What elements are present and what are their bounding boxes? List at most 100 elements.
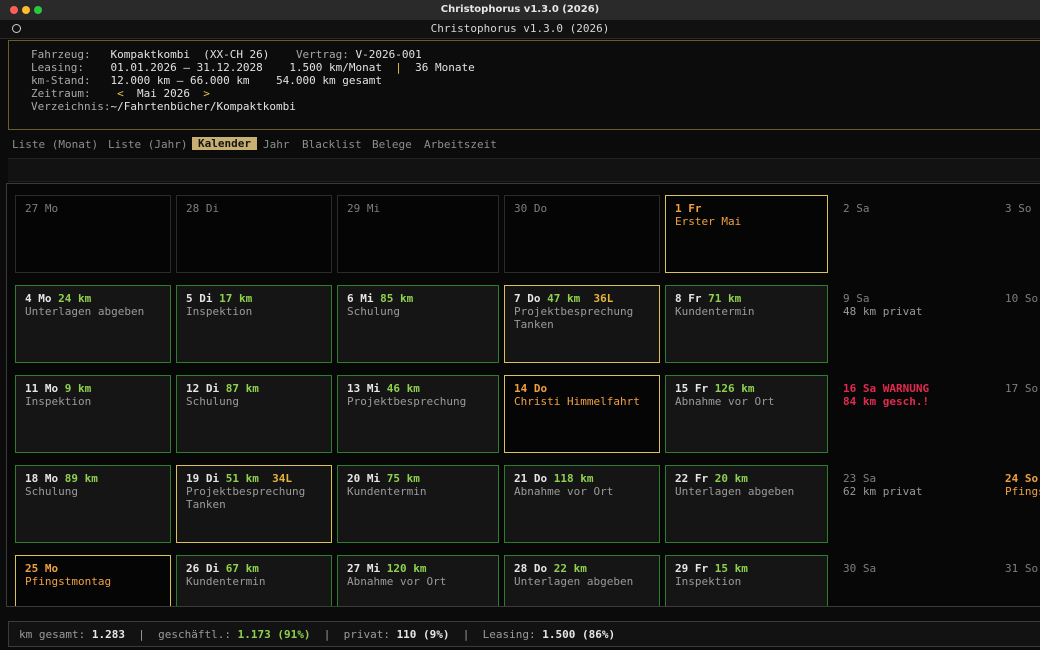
day-label: 16 Sa WARNUNG <box>843 382 930 395</box>
fahrzeug-value: Kompaktkombi (XX-CH 26) <box>110 48 270 61</box>
day-note: Christi Himmelfahrt <box>514 395 640 408</box>
verzeichnis-label: Verzeichnis: <box>31 100 111 113</box>
day-label: 14 Do <box>514 382 548 395</box>
calendar-day-cell[interactable]: 21 Do 118 km Abnahme vor Ort <box>504 465 660 543</box>
calendar-day-cell[interactable]: 6 Mi 85 km Schulung <box>337 285 499 363</box>
summary-text: km gesamt: 1.283 | geschäftl.: 1.173 (91… <box>19 628 615 641</box>
day-header: 21 Do 118 km <box>514 472 659 485</box>
day-header: 5 Di 17 km <box>186 292 331 305</box>
day-note: Projektbesprechung <box>514 305 634 318</box>
day-header: 27 Mo <box>25 202 170 215</box>
calendar-day-cell[interactable]: 20 Mi 75 km Kundentermin <box>337 465 499 543</box>
calendar-day-cell[interactable]: 1 Fr Erster Mai <box>665 195 828 273</box>
calendar-day-cell[interactable]: 4 Mo 24 km Unterlagen abgeben <box>15 285 171 363</box>
calendar-day-cell[interactable]: 24 SoPfingstsonntag <box>995 465 1040 543</box>
prev-month-button[interactable]: < <box>117 87 124 100</box>
calendar-day-cell[interactable]: 27 Mo <box>15 195 171 273</box>
day-header: 20 Mi 75 km <box>347 472 498 485</box>
day-header: 4 Mo 24 km <box>25 292 170 305</box>
calendar-day-cell[interactable]: 16 Sa WARNUNG 84 km gesch.! <box>833 375 989 453</box>
calendar-day-cell[interactable]: 29 Fr 15 km Inspektion <box>665 555 828 606</box>
calendar-day-cell[interactable]: 30 Sa <box>833 555 989 606</box>
calendar-day-cell[interactable]: 2 Sa <box>833 195 989 273</box>
calendar-day-cell[interactable]: 8 Fr 71 km Kundentermin <box>665 285 828 363</box>
calendar-day-cell[interactable]: 17 So <box>995 375 1040 453</box>
day-note: Abnahme vor Ort <box>347 575 447 588</box>
calendar-day-cell[interactable]: 5 Di 17 km Inspektion <box>176 285 332 363</box>
km-value: 46 km <box>386 382 420 395</box>
day-header: 14 Do <box>514 382 659 395</box>
calendar-day-cell[interactable]: 15 Fr 126 km Abnahme vor Ort <box>665 375 828 453</box>
day-label: 27 Mi <box>347 562 381 575</box>
footer-sep-1: | <box>138 628 145 641</box>
day-note: Abnahme vor Ort <box>514 485 614 498</box>
calendar-day-cell[interactable]: 11 Mo 9 km Inspektion <box>15 375 171 453</box>
next-month-button[interactable]: > <box>203 87 210 100</box>
calendar-day-cell[interactable]: 18 Mo 89 km Schulung <box>15 465 171 543</box>
calendar-day-cell[interactable]: 30 Do <box>504 195 660 273</box>
calendar-grid: 27 Mo 28 Di 29 Mi 30 Do 1 Fr Erster Mai 2 Sa 3 … <box>6 183 1040 607</box>
km-value: 51 km <box>225 472 259 485</box>
day-label: 20 Mi <box>347 472 381 485</box>
tab-jahr[interactable]: Jahr <box>263 138 290 151</box>
day-header: 24 So <box>1005 472 1040 485</box>
calendar-day-cell[interactable]: 29 Mi <box>337 195 499 273</box>
summary-footer: km gesamt: 1.283 | geschäftl.: 1.173 (91… <box>8 621 1040 647</box>
footer-sep-2: | <box>323 628 331 641</box>
tab-belege[interactable]: Belege <box>372 138 412 151</box>
day-note: Erster Mai <box>675 215 742 228</box>
day-note: Projektbesprechung <box>186 485 306 498</box>
day-label: 29 Fr <box>675 562 709 575</box>
km-value: 118 km <box>553 472 594 485</box>
day-label: 6 Mi <box>347 292 374 305</box>
kmstand-range: 12.000 km — 66.000 km <box>110 74 250 87</box>
calendar-day-cell[interactable]: 19 Di 51 km 34L Projektbesprechung Tanken <box>176 465 332 543</box>
calendar-day-cell[interactable]: 9 Sa 48 km privat <box>833 285 989 363</box>
day-label: 1 Fr <box>675 202 702 215</box>
calendar-day-cell[interactable]: 28 Di <box>176 195 332 273</box>
tab-kalender[interactable]: Kalender <box>192 137 257 150</box>
calendar-day-cell[interactable]: 12 Di 87 km Schulung <box>176 375 332 453</box>
km-value: 22 km <box>553 562 587 575</box>
calendar-day-cell[interactable]: 23 Sa 62 km privat <box>833 465 989 543</box>
tab-arbeitszeit[interactable]: Arbeitszeit <box>424 138 497 151</box>
privat-label: privat: <box>343 628 390 641</box>
tab-liste-jahr[interactable]: Liste (Jahr) <box>108 138 187 151</box>
km-value: 47 km <box>547 292 581 305</box>
calendar-day-cell[interactable]: 14 Do Christi Himmelfahrt <box>504 375 660 453</box>
day-label: 19 Di <box>186 472 220 485</box>
day-label: 4 Mo <box>25 292 52 305</box>
calendar-day-cell[interactable]: 13 Mi 46 km Projektbesprechung <box>337 375 499 453</box>
geschaeftl-label: geschäftl.: <box>158 628 231 641</box>
day-label: 23 Sa <box>843 472 877 485</box>
calendar-day-cell[interactable]: 25 Mo Pfingstmontag <box>15 555 171 606</box>
day-header: 25 Mo <box>25 562 170 575</box>
calendar-day-cell[interactable]: 26 Di 67 km Kundentermin <box>176 555 332 606</box>
calendar-day-cell[interactable]: 22 Fr 20 km Unterlagen abgeben <box>665 465 828 543</box>
vertrag-label: Vertrag: <box>295 48 349 61</box>
leasing-separator: | <box>395 61 402 74</box>
km-value: 17 km <box>219 292 253 305</box>
day-note: 48 km privat <box>843 305 923 318</box>
day-label: 13 Mi <box>347 382 381 395</box>
tab-blacklist[interactable]: Blacklist <box>302 138 362 151</box>
calendar-day-cell[interactable]: 7 Do 47 km 36L Projektbesprechung Tanken <box>504 285 660 363</box>
calendar-day-cell[interactable]: 10 So <box>995 285 1040 363</box>
km-gesamt-label: km gesamt: <box>19 628 86 641</box>
day-note: Inspektion <box>186 305 253 318</box>
day-note: Pfingstsonntag <box>1005 485 1040 498</box>
calendar-day-cell[interactable]: 31 So <box>995 555 1040 606</box>
day-note: 62 km privat <box>843 485 923 498</box>
day-header: 2 Sa <box>843 202 988 215</box>
day-header: 19 Di 51 km 34L <box>186 472 331 485</box>
calendar-day-cell[interactable]: 3 So <box>995 195 1040 273</box>
calendar-day-cell[interactable]: 27 Mi 120 km Abnahme vor Ort <box>337 555 499 606</box>
tab-liste-monat[interactable]: Liste (Monat) <box>12 138 98 151</box>
day-header: 8 Fr 71 km <box>675 292 827 305</box>
calendar-day-cell[interactable]: 28 Do 22 km Unterlagen abgeben <box>504 555 660 606</box>
leasing-summary-value: 1.500 (86%) <box>542 628 616 641</box>
km-gesamt-value: 1.283 <box>91 628 125 641</box>
day-note: Inspektion <box>25 395 92 408</box>
km-value: 24 km <box>58 292 92 305</box>
day-note: Kundentermin <box>675 305 755 318</box>
